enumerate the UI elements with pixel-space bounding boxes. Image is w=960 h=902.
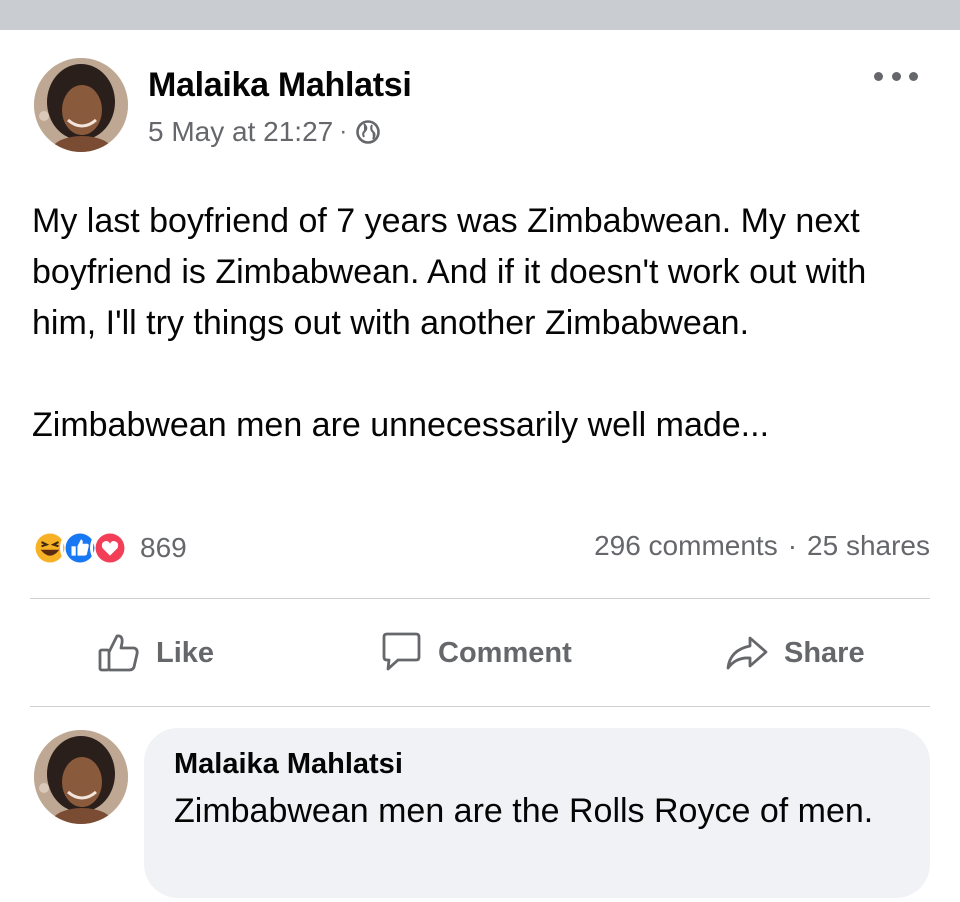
reaction-count: 869	[140, 532, 187, 563]
like-label: Like	[156, 636, 215, 669]
divider	[30, 598, 930, 599]
commenter-avatar[interactable]	[34, 730, 128, 824]
like-button[interactable]: Like	[96, 626, 214, 680]
avatar-photo	[34, 730, 128, 824]
comment-icon	[382, 632, 421, 671]
globe-icon	[355, 119, 381, 145]
more-options-icon[interactable]	[874, 66, 918, 86]
share-button[interactable]: Share	[724, 626, 865, 680]
divider	[30, 706, 930, 707]
love-icon	[90, 528, 130, 568]
post-paragraph: My last boyfriend of 7 years was Zimbabw…	[32, 202, 867, 342]
more-dot	[874, 71, 883, 81]
post-timestamp[interactable]: 5 May at 21:27	[148, 116, 333, 148]
comment-author-name[interactable]: Malaika Mahlatsi	[174, 748, 900, 781]
post-card: Malaika Mahlatsi 5 May at 21:27 · My las…	[0, 30, 960, 902]
more-dot	[909, 71, 918, 81]
comment-label: Comment	[438, 636, 572, 669]
share-label: Share	[784, 636, 865, 669]
post-author-name[interactable]: Malaika Mahlatsi	[148, 66, 412, 105]
post-paragraph: Zimbabwean men are unnecessarily well ma…	[32, 406, 770, 444]
post-actions: Like Comment Share	[30, 626, 930, 680]
share-icon	[726, 636, 768, 670]
more-dot	[891, 71, 901, 81]
meta-separator: ·	[339, 118, 348, 145]
reactions-summary[interactable]: 869	[30, 528, 187, 568]
comment-text: Zimbabwean men are the Rolls Royce of me…	[174, 792, 874, 830]
post-stats: 296 comments · 25 shares	[594, 530, 930, 562]
top-strip	[0, 0, 960, 30]
author-avatar[interactable]	[34, 58, 128, 152]
shares-count[interactable]: 25 shares	[807, 530, 930, 562]
stats-separator: ·	[787, 530, 798, 561]
post-meta: 5 May at 21:27 ·	[148, 116, 381, 148]
avatar-photo	[34, 58, 128, 152]
post-body: My last boyfriend of 7 years was Zimbabw…	[32, 196, 932, 451]
comments-count[interactable]: 296 comments	[594, 530, 778, 562]
comment-bubble[interactable]: Malaika Mahlatsi Zimbabwean men are the …	[144, 728, 930, 898]
thumbs-up-icon	[98, 634, 139, 672]
comment-button[interactable]: Comment	[378, 626, 572, 680]
reaction-icons	[30, 528, 130, 568]
